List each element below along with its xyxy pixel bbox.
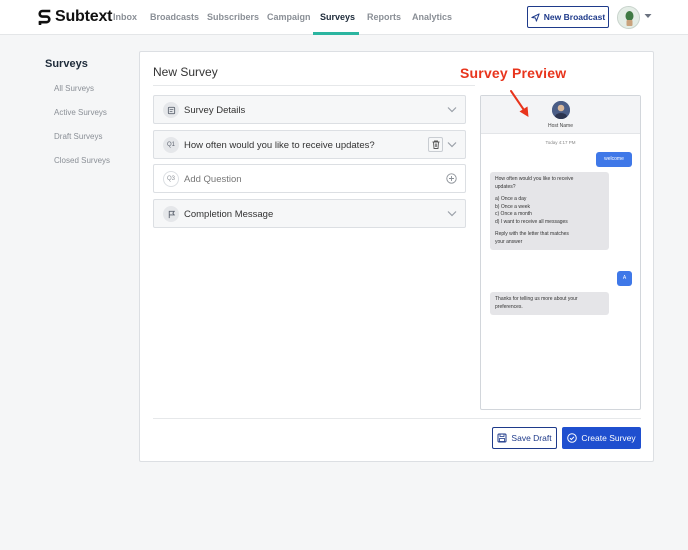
message-line: d) I want to receive all messages [495, 218, 568, 225]
user-avatar[interactable] [617, 6, 640, 29]
message-line: a) Once a day [495, 196, 527, 202]
survey-editor-card: New Survey Survey Preview Survey Details… [139, 51, 654, 462]
message-line: b) Once a week [495, 203, 531, 210]
message-line: How often would you like to receive [495, 176, 574, 182]
title-divider [153, 85, 475, 86]
message-line: your answer [495, 238, 523, 245]
create-survey-button[interactable]: Create Survey [562, 427, 641, 449]
add-circle-icon[interactable] [446, 173, 457, 184]
survey-details-icon [163, 102, 179, 118]
create-survey-label: Create Survey [581, 433, 636, 443]
nav-campaign[interactable]: Campaign [267, 12, 311, 22]
host-name: Host Name [547, 123, 573, 129]
incoming-completion-message: Thanks for telling us more about your pr… [490, 292, 609, 315]
logo[interactable]: Subtext [38, 8, 112, 26]
message-line: c) Once a month [495, 211, 532, 217]
question-1-label: How often would you like to receive upda… [184, 140, 375, 151]
save-draft-label: Save Draft [511, 433, 552, 443]
nav-reports[interactable]: Reports [367, 12, 401, 22]
outgoing-message-welcome: welcome [596, 152, 632, 167]
active-tab-indicator [313, 32, 359, 35]
completion-message-section[interactable]: Completion Message [153, 199, 466, 228]
nav-broadcasts[interactable]: Broadcasts [150, 12, 199, 22]
conversation-header: Host Name [481, 96, 640, 134]
incoming-question-message: How often would you like to receive upda… [490, 172, 609, 250]
message-line: Thanks for telling us more about your [495, 296, 578, 302]
survey-details-label: Survey Details [184, 105, 246, 116]
flag-icon [163, 206, 179, 222]
new-broadcast-button[interactable]: New Broadcast [527, 6, 609, 28]
check-circle-icon [567, 433, 578, 443]
nav-subscribers[interactable]: Subscribers [207, 12, 259, 22]
host-avatar [552, 101, 570, 119]
save-icon [497, 433, 507, 443]
nav-inbox[interactable]: Inbox [113, 12, 137, 22]
trash-icon [432, 140, 439, 149]
question-1-section[interactable]: Q1 How often would you like to receive u… [153, 130, 466, 159]
top-navigation-bar: Subtext Inbox Broadcasts Subscribers Cam… [0, 0, 688, 35]
question-number-badge: Q1 [163, 137, 179, 153]
sidebar-item-draft-surveys[interactable]: Draft Surveys [54, 132, 102, 141]
annotation-arrow-icon [510, 90, 529, 117]
survey-details-section[interactable]: Survey Details [153, 95, 466, 124]
new-broadcast-label: New Broadcast [543, 12, 606, 22]
sidebar-item-all-surveys[interactable]: All Surveys [54, 84, 94, 93]
page-title: New Survey [153, 65, 218, 79]
survey-preview-phone: Host Name Today 4:17 PM welcome How ofte… [480, 95, 641, 410]
save-draft-button[interactable]: Save Draft [492, 427, 557, 449]
outgoing-message-reply: A [617, 271, 632, 286]
message-line: Reply with the letter that matches [495, 231, 569, 237]
logo-text: Subtext [55, 8, 113, 25]
avatar-image [618, 7, 639, 28]
survey-preview-annotation: Survey Preview [460, 65, 567, 81]
message-line: preferences. [495, 303, 523, 310]
message-line: updates? [495, 183, 516, 190]
add-question-label: Add Question [184, 174, 242, 185]
send-icon [531, 12, 540, 22]
delete-question-button[interactable] [428, 137, 443, 152]
subtext-logo-icon [38, 9, 51, 25]
sidebar-item-active-surveys[interactable]: Active Surveys [54, 108, 107, 117]
message-timestamp: Today 4:17 PM [545, 140, 576, 145]
completion-message-label: Completion Message [184, 209, 274, 220]
sidebar-title: Surveys [45, 58, 88, 70]
chevron-down-icon[interactable] [447, 210, 457, 217]
question-number-badge: Q3 [163, 171, 179, 187]
nav-analytics[interactable]: Analytics [412, 12, 452, 22]
add-question-row[interactable]: Q3 Add Question [153, 164, 466, 193]
chevron-down-icon[interactable] [644, 13, 652, 19]
chevron-down-icon[interactable] [447, 141, 457, 148]
footer-divider [153, 418, 641, 419]
nav-surveys[interactable]: Surveys [320, 12, 355, 22]
chevron-down-icon[interactable] [447, 106, 457, 113]
sidebar-item-closed-surveys[interactable]: Closed Surveys [54, 156, 110, 165]
